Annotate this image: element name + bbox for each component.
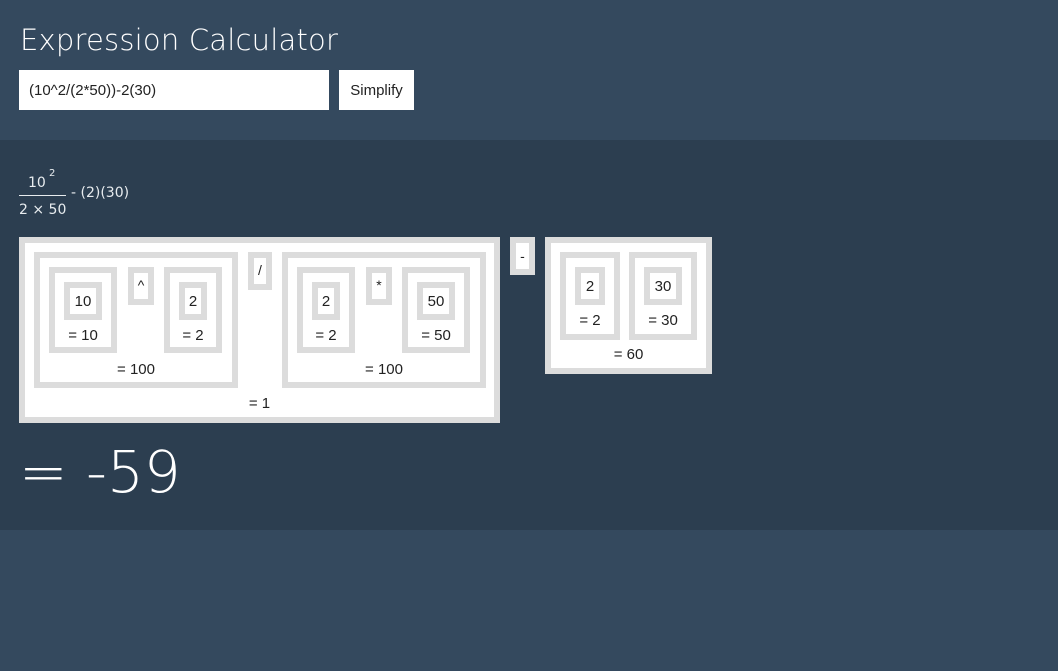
- final-result: = -59: [19, 438, 181, 506]
- division-operator: /: [248, 252, 272, 290]
- power-exponent-result: = 2: [182, 327, 204, 344]
- fraction-denominator: 2 × 50: [19, 202, 67, 218]
- power-exponent-value: 2: [188, 293, 198, 310]
- division-result: = 1: [248, 395, 271, 412]
- multiplication-b-result: = 30: [648, 312, 678, 329]
- power-base-result: = 10: [68, 327, 98, 344]
- power-operator: ^: [128, 267, 154, 305]
- subtraction-operator: -: [510, 237, 535, 275]
- power-result: = 100: [117, 361, 155, 378]
- multiplication-result: = 60: [613, 346, 644, 363]
- product-operator: *: [366, 267, 392, 305]
- power-base-value: 10: [74, 293, 92, 310]
- multiplication-a-result: = 2: [579, 312, 601, 329]
- fraction-exponent: 2: [49, 168, 56, 179]
- fraction: 10 2 2 × 50: [19, 167, 66, 222]
- product-b-value: 50: [427, 293, 445, 310]
- multiplication-a-value: 2: [585, 278, 595, 295]
- simplify-button[interactable]: Simplify: [339, 70, 414, 110]
- preview-rest: - (2)(30): [71, 185, 130, 201]
- expression-input[interactable]: [19, 70, 329, 110]
- multiplication-b-value: 30: [654, 278, 672, 295]
- product-b-result: = 50: [421, 327, 451, 344]
- fraction-numerator: 10: [28, 175, 46, 191]
- product-a-result: = 2: [315, 327, 337, 344]
- product-a-value: 2: [321, 293, 331, 310]
- header: Expression Calculator Simplify: [0, 0, 1058, 140]
- page-title: Expression Calculator: [20, 23, 339, 57]
- product-result: = 100: [365, 361, 403, 378]
- fraction-bar: [19, 195, 66, 196]
